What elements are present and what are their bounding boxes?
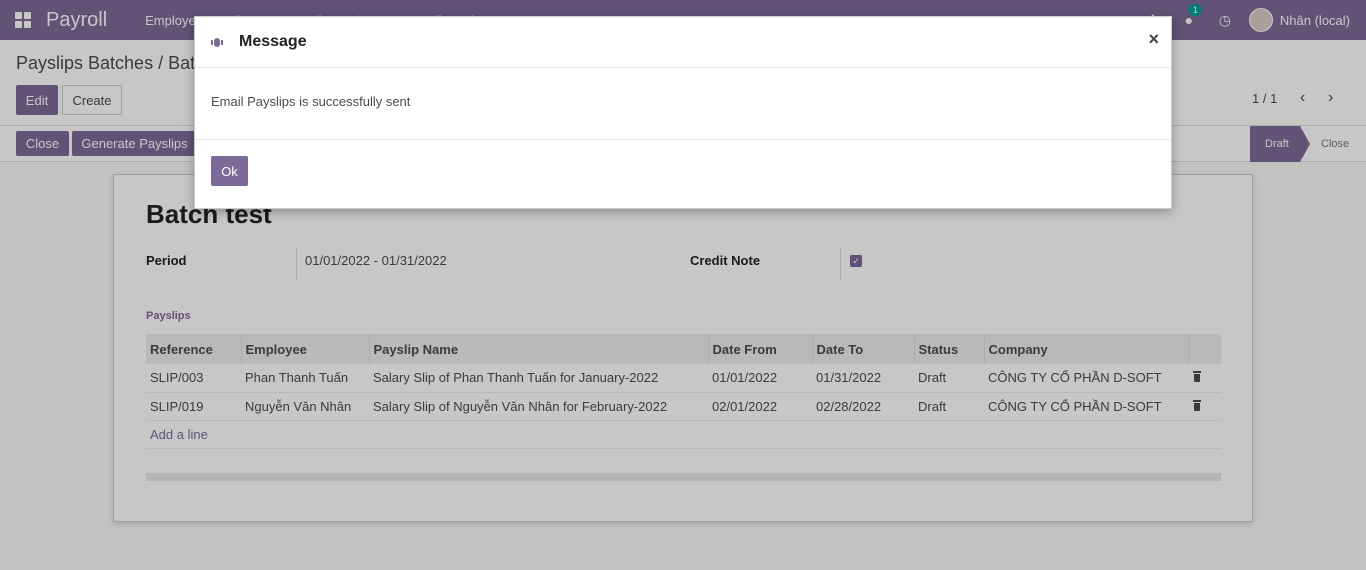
message-dialog: Message × Email Payslips is successfully… xyxy=(194,16,1172,209)
dialog-body: Email Payslips is successfully sent xyxy=(195,68,1171,140)
dialog-footer: Ok xyxy=(195,140,1171,208)
dialog-title: Message xyxy=(239,33,307,50)
ok-button[interactable]: Ok xyxy=(211,156,248,186)
bug-icon xyxy=(211,36,223,48)
dialog-message: Email Payslips is successfully sent xyxy=(211,94,411,109)
close-icon[interactable]: × xyxy=(1148,29,1159,50)
dialog-header: Message × xyxy=(195,17,1171,68)
